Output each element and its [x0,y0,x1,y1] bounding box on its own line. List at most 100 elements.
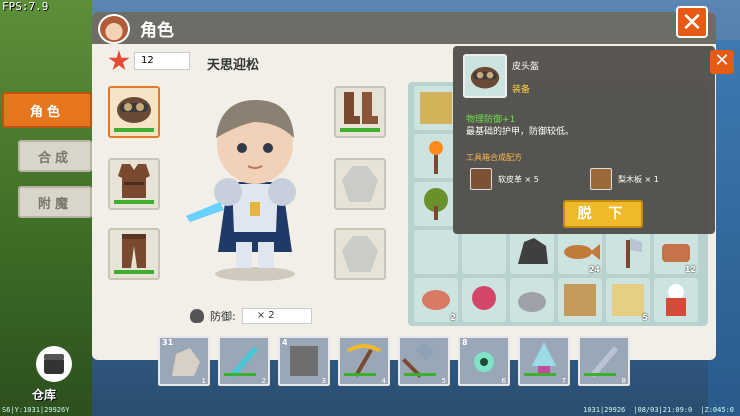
stone-icon [518,292,546,312]
tooltip-description: 最基础的护甲，防御较低。 [466,127,575,137]
item-count: 12 [684,265,696,274]
inventory-slot[interactable]: 5 [606,278,650,322]
inventory-slot[interactable] [558,278,602,322]
pet-placeholder-icon [342,236,378,272]
slot-index: 5 [441,377,446,385]
slot-index: 4 [381,377,386,385]
coords-left: S6|Y:1031|29926Y [2,406,70,414]
torch-icon [429,141,443,174]
wood-plank-icon [564,284,596,316]
close-button[interactable]: ✕ [676,6,708,38]
tree-sapling-icon [424,188,448,220]
coal-ore-icon [518,238,548,264]
inventory-slot[interactable] [414,230,458,274]
tooltip-item-image [463,54,507,98]
leather-helmet-icon [117,97,151,123]
inventory-slot[interactable] [462,278,506,322]
inventory-slot[interactable]: 24 [558,230,602,274]
hotbar-slot-5[interactable]: 5 [398,336,450,386]
material-label: 梨木板 × 1 [618,174,659,184]
durability-bar [524,373,556,376]
sand-block-icon [420,92,452,124]
equip-slot-chest[interactable] [108,158,160,210]
item-count: 2 [450,313,456,322]
tab-enchant[interactable]: 附魔 [18,186,92,218]
leather-helmet-icon [470,66,500,89]
inventory-slot[interactable] [510,278,554,322]
player-character [186,100,296,281]
recipe-material: 梨木板 × 1 [590,168,659,190]
defense-value: × 2 [241,308,312,324]
coords-z: |Z:045:0 [700,406,734,414]
cape-placeholder-icon [342,166,378,202]
inventory-slot[interactable]: 2 [414,278,458,322]
coords-xy: 1031|29926 [583,406,626,414]
tooltip-close-button[interactable]: ✕ [710,50,734,74]
hotbar-slot-2[interactable]: 2 [218,336,270,386]
hotbar-slot-7[interactable]: 7 [518,336,570,386]
window-title: 角色 [140,21,174,41]
tooltip-recipe-title: 工具箱合成配方 [466,153,522,162]
durability-bar [344,373,376,376]
hotbar-slot-3[interactable]: 4 3 [278,336,330,386]
slot-index: 1 [201,377,206,385]
inventory-slot[interactable] [414,134,458,178]
durability-bar [114,270,154,274]
item-count: 24 [588,265,600,274]
player-level: 12 [108,50,190,72]
item-count: 5 [642,313,648,322]
slot-index: 3 [321,377,326,385]
star-icon [108,50,130,71]
slot-quantity: 4 [282,338,288,347]
hotbar-slot-1[interactable]: 31 1 [158,336,210,386]
durability-bar [224,373,256,376]
leather-chestplate-icon [118,164,150,198]
equip-slot-cape[interactable] [334,158,386,210]
unequip-button[interactable]: 脱 下 [563,200,643,228]
equip-slot-legs[interactable] [108,228,160,280]
inventory-slot[interactable] [654,278,698,322]
recipe-material: 软皮革 × 5 [470,168,539,190]
slot-index: 8 [621,377,626,385]
tab-craft[interactable]: 合成 [18,140,92,172]
coords-right: 1031|29926 |08/03|21:09:0 |Z:045:0 [583,406,734,414]
hotbar-slot-6[interactable]: 8 6 [458,336,510,386]
chef-figure-icon [666,284,686,316]
equip-slot-helmet[interactable] [108,86,160,138]
durability-bar [114,128,154,132]
warehouse-label: 仓库 [32,388,57,402]
inventory-slot[interactable] [606,230,650,274]
leather-pants-icon [122,234,146,268]
material-label: 软皮革 × 5 [498,174,539,184]
window-header: 角色 [92,12,716,44]
tab-character[interactable]: 角色 [2,92,92,128]
slot-quantity: 8 [462,338,468,347]
durability-bar [114,200,154,204]
hotbar-slot-8[interactable]: 8 [578,336,630,386]
slot-index: 6 [501,377,506,385]
date-time: |08/03|21:09:0 [633,406,693,414]
equip-slot-boots[interactable] [334,86,386,138]
inventory-slot[interactable] [414,86,458,130]
inventory-slot[interactable]: 12 [654,230,698,274]
ham-icon [472,286,496,310]
slot-quantity: 31 [162,338,174,347]
fps-counter: FPS:7.9 [2,0,49,13]
axe-icon [626,238,642,268]
tooltip-slot-tag: 装备 [512,85,531,95]
durability-bar [404,373,436,376]
warehouse-button[interactable] [36,346,72,382]
durability-bar [340,128,380,132]
tooltip-item-name: 皮头盔 [512,62,540,72]
inventory-slot[interactable] [414,182,458,226]
wood-plank-icon [590,168,612,190]
durability-bar [584,373,616,376]
warehouse-icon [44,354,64,374]
leather-icon [470,168,492,190]
hotbar-slot-4[interactable]: 4 [338,336,390,386]
inventory-slot[interactable] [462,230,506,274]
shield-icon [190,309,204,323]
inventory-slot[interactable] [510,230,554,274]
hotbar: 31 1 2 4 3 4 5 8 6 7 8 [158,336,630,386]
equip-slot-pet[interactable] [334,228,386,280]
